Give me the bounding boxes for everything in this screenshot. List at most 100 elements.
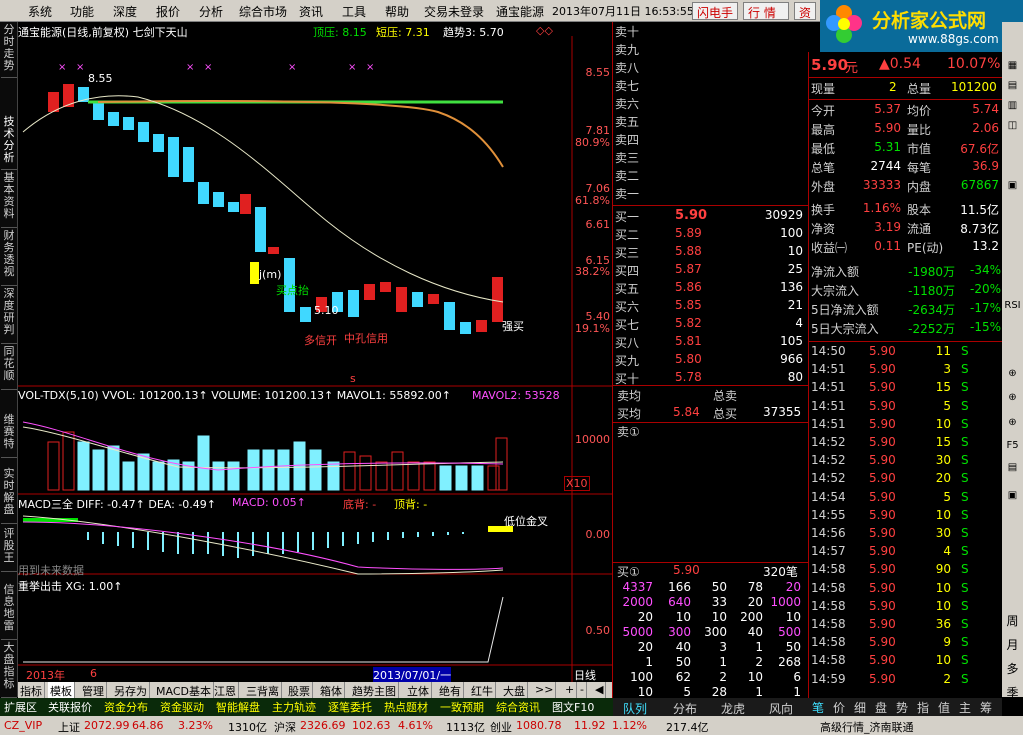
cy-change: 11.92 (574, 719, 606, 732)
toolbar-icon[interactable]: ▤ (1004, 462, 1021, 473)
toolbar-icon[interactable]: ▣ (1004, 180, 1021, 191)
flash-button[interactable]: 闪电手 (692, 2, 739, 20)
scroll-left-button[interactable]: ◀ (593, 682, 607, 698)
menu-stock-name: 通宝能源 (496, 5, 545, 19)
rsi-icon[interactable]: RSI (1004, 300, 1021, 311)
tab-manage[interactable]: 管理 (80, 682, 107, 698)
detail-tab[interactable]: 盘 (875, 699, 887, 716)
tick-side: S (961, 362, 969, 377)
menu-news[interactable]: 资讯 (299, 3, 323, 20)
tab-distribution[interactable]: 分布 (673, 700, 697, 717)
tab-three-divergence[interactable]: 三背离 (244, 682, 282, 698)
detail-tab[interactable]: 笔 (812, 699, 824, 716)
tab-basic-info[interactable]: 基本资料 (1, 172, 17, 228)
toolbar-icon[interactable]: ▦ (1004, 60, 1021, 71)
tab-weisaite[interactable]: 维赛特 (1, 414, 17, 458)
arrow-icon[interactable]: ⊕ (1004, 417, 1021, 428)
buy-level-volume: 21 (787, 298, 803, 312)
tab-box[interactable]: 箱体 (318, 682, 345, 698)
period-season[interactable]: 季 (1004, 684, 1021, 701)
tab-related-quote[interactable]: 关联报价 (48, 699, 92, 715)
period-multi[interactable]: 多 (1004, 660, 1021, 677)
menu-help[interactable]: 帮助 (385, 3, 409, 20)
tick-price: 5.90 (869, 562, 896, 577)
tick-side: S (961, 617, 969, 631)
menu-market[interactable]: 综合市场 (239, 3, 287, 20)
tick-price: 5.90 (869, 398, 896, 413)
tab-wind[interactable]: 风向 (769, 700, 793, 717)
tab-juezhi[interactable]: 绝有 (437, 682, 464, 698)
tab-red-bull[interactable]: 红牛 (469, 682, 496, 698)
quote-button[interactable]: 行 情 (743, 2, 789, 20)
tab-gann[interactable]: 江恩 (212, 682, 239, 698)
tab-queue[interactable]: 队列 (623, 700, 647, 717)
tab-indicator[interactable]: 指标 (18, 682, 45, 698)
tab-intraday[interactable]: 分时走势 (1, 24, 17, 78)
toolbar-icon[interactable]: ▤ (1004, 80, 1021, 91)
arrow-icon[interactable]: ⊕ (1004, 368, 1021, 379)
menu-analysis[interactable]: 分析 (199, 3, 223, 20)
tab-template[interactable]: 模板 (48, 682, 75, 698)
toolbar-icon[interactable]: ▣ (1004, 490, 1021, 501)
tab-trend-main[interactable]: 趋势主图 (350, 682, 399, 698)
zoom-in-button[interactable]: + (563, 682, 578, 698)
tab-f10[interactable]: 图文F10 (552, 699, 594, 715)
tab-save-as[interactable]: 另存为 (112, 682, 150, 698)
detail-tab[interactable]: 主 (959, 699, 971, 716)
stat-value: 0.11 (874, 239, 901, 253)
period-month[interactable]: 月 (1004, 636, 1021, 653)
detail-tab[interactable]: 势 (896, 699, 908, 716)
buy-level-volume: 4 (795, 316, 803, 330)
tab-live-analysis[interactable]: 实时解盘 (1, 468, 17, 524)
tab-main-track[interactable]: 主力轨迹 (272, 699, 316, 715)
tab-smart-analysis[interactable]: 智能解盘 (216, 699, 260, 715)
tab-dragon-tiger[interactable]: 龙虎 (721, 700, 745, 717)
tab-technical[interactable]: 技术分析 (1, 116, 17, 170)
detail-tab[interactable]: 价 (833, 699, 845, 716)
candle (412, 292, 423, 307)
detail-tab[interactable]: 筹 (980, 699, 992, 716)
kline-chart[interactable]: 通宝能源(日线,前复权) 七剑下天山 顶压: 8.15 短压: 7.31 趋势3… (18, 22, 612, 683)
period-week[interactable]: 周 (1004, 612, 1021, 629)
buy-level-volume: 25 (787, 262, 803, 276)
mark-m4: 强买 (502, 320, 524, 333)
menu-function[interactable]: 功能 (70, 3, 94, 20)
menu-quote[interactable]: 报价 (156, 3, 180, 20)
tab-stock-king[interactable]: 评股王 (1, 528, 17, 572)
flow-amount: -2634万 (908, 303, 955, 317)
tab-ext-area[interactable]: 扩展区 (4, 699, 37, 715)
tab-fund-drive[interactable]: 资金驱动 (160, 699, 204, 715)
tab-3d[interactable]: 立体 (405, 682, 432, 698)
tab-ths[interactable]: 同花顺 (1, 346, 17, 390)
tab-macd-basic[interactable]: MACD基本 (154, 682, 214, 698)
detail-tab[interactable]: 细 (854, 699, 866, 716)
zoom-out-button[interactable]: - (578, 682, 587, 698)
tab-order-detail[interactable]: 逐笔委托 (328, 699, 372, 715)
tab-more[interactable]: >> (533, 682, 557, 698)
detail-tab[interactable]: 指 (917, 699, 929, 716)
vol-info: VOL-TDX(5,10) VVOL: 101200.13↑ VOLUME: 1… (18, 389, 452, 402)
tab-consensus[interactable]: 一致预期 (440, 699, 484, 715)
tab-index[interactable]: 大盘指标 (1, 642, 17, 698)
toolbar-icon[interactable]: ◫ (1004, 120, 1021, 131)
tab-hot-topics[interactable]: 热点题材 (384, 699, 428, 715)
tab-info-mine[interactable]: 信息地雷 (1, 584, 17, 640)
tab-fund-dist[interactable]: 资金分布 (104, 699, 148, 715)
period-label[interactable]: 日线 (574, 667, 596, 683)
zi-button[interactable]: 资 (794, 2, 816, 20)
tab-stock[interactable]: 股票 (286, 682, 313, 698)
detail-tab[interactable]: 值 (938, 699, 950, 716)
tab-deep-research[interactable]: 深度研判 (1, 288, 17, 344)
tick-side: S (961, 635, 969, 650)
menu-trade[interactable]: 交易未登录 (424, 3, 484, 20)
tab-finance[interactable]: 财务透视 (1, 230, 17, 286)
tab-general-news[interactable]: 综合资讯 (496, 699, 540, 715)
menu-tools[interactable]: 工具 (342, 3, 366, 20)
arrow-icon[interactable]: ⊕ (1004, 392, 1021, 403)
menu-depth[interactable]: 深度 (113, 3, 137, 20)
tab-market[interactable]: 大盘 (501, 682, 528, 698)
f5-icon[interactable]: F5 (1004, 440, 1021, 451)
menu-system[interactable]: 系统 (28, 3, 52, 20)
toolbar-icon[interactable]: ▥ (1004, 100, 1021, 111)
stat-label: 今开 (811, 104, 836, 118)
